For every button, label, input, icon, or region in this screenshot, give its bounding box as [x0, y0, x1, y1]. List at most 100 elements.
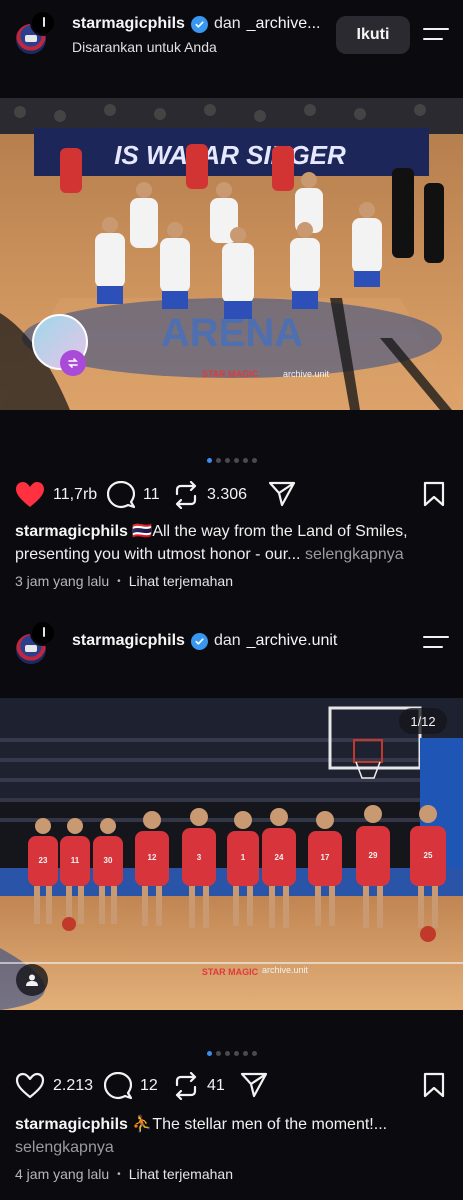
banner-text: IS WAYAR SINGER	[114, 140, 346, 170]
carousel-dot	[251, 458, 257, 463]
action-bar: 2.213 12 41	[0, 1072, 463, 1102]
caption[interactable]: starmagicphils 🇹🇭All the way from the La…	[15, 520, 451, 566]
repost-button[interactable]: 3.306	[173, 481, 247, 509]
post-image[interactable]: 23 11 30 12 3 1 24 17 29 25 STAR MAGIC a…	[0, 698, 463, 1010]
comment-button[interactable]: 11	[107, 481, 160, 509]
username[interactable]: starmagicphils	[72, 632, 185, 650]
collab-avatar[interactable]	[30, 620, 56, 646]
post-meta: 4 jam yang lalu • Lihat terjemahan	[15, 1166, 233, 1182]
comment-count[interactable]: 11	[143, 486, 160, 504]
post-meta: 3 jam yang lalu • Lihat terjemahan	[15, 573, 233, 589]
share-button[interactable]	[240, 1072, 268, 1098]
post-2: starmagicphils dan _archive.unit 23 11 3…	[0, 612, 463, 1200]
conjunction: dan	[213, 15, 241, 32]
carousel-dot	[242, 1051, 248, 1056]
carousel-dot	[215, 458, 221, 463]
collaborator-name[interactable]: _archive...	[247, 15, 321, 33]
menu-icon[interactable]	[423, 28, 449, 46]
share-button[interactable]	[268, 481, 296, 507]
repost-count[interactable]: 41	[207, 1077, 225, 1095]
jersey-number: 23	[39, 856, 48, 865]
follow-button[interactable]: Ikuti	[336, 16, 410, 54]
post-image[interactable]: IS WAYAR SINGER ARENA STAR MAGIC archive…	[0, 98, 463, 410]
carousel-dots	[0, 1051, 463, 1056]
header-text: starmagicphils dan _archive.unit	[72, 632, 337, 650]
image-counter: 1/12	[399, 708, 447, 734]
heart-icon[interactable]	[15, 1072, 45, 1099]
conjunction: dan	[213, 632, 241, 649]
jersey-number: 29	[369, 851, 378, 860]
logo-text: STAR MAGIC	[202, 967, 259, 977]
caption-text: ⛹️The stellar men of the moment!...	[132, 1116, 388, 1133]
carousel-dot	[233, 458, 239, 463]
carousel-dot	[242, 458, 248, 463]
more-link[interactable]: selengkapnya	[305, 546, 404, 563]
watermark-text: archive.unit	[283, 369, 330, 379]
like-button[interactable]: 11,7rb	[15, 481, 97, 508]
repost-icon[interactable]	[173, 1072, 199, 1100]
like-count[interactable]: 2.213	[53, 1077, 93, 1095]
repost-badge-icon	[60, 350, 86, 376]
comment-icon[interactable]	[107, 481, 135, 509]
repost-count[interactable]: 3.306	[207, 486, 247, 504]
timestamp: 3 jam yang lalu	[15, 573, 110, 589]
header-text: starmagicphils dan _archive... Disaranka…	[72, 15, 320, 55]
collab-avatar[interactable]	[30, 10, 56, 36]
share-icon[interactable]	[268, 481, 296, 507]
separator: •	[117, 1168, 121, 1180]
bookmark-icon[interactable]	[423, 481, 445, 507]
post-1: starmagicphils dan _archive... Disaranka…	[0, 0, 463, 600]
bookmark-button[interactable]	[423, 481, 445, 512]
carousel-dot	[206, 1051, 212, 1056]
carousel-dot	[224, 458, 230, 463]
avatar-group[interactable]	[14, 10, 62, 58]
jersey-number: 25	[424, 851, 433, 860]
jersey-number: 1	[241, 853, 246, 862]
translate-link[interactable]: Lihat terjemahan	[129, 573, 233, 589]
repost-button[interactable]: 41	[173, 1072, 225, 1100]
bookmark-button[interactable]	[423, 1072, 445, 1103]
caption-username[interactable]: starmagicphils	[15, 1116, 128, 1133]
carousel-dot	[224, 1051, 230, 1056]
caption-username[interactable]: starmagicphils	[15, 523, 128, 540]
action-bar: 11,7rb 11 3.306	[0, 479, 463, 509]
share-icon[interactable]	[240, 1072, 268, 1098]
heart-icon[interactable]	[15, 481, 45, 508]
watermark-text: archive.unit	[262, 965, 309, 975]
post-header: starmagicphils dan _archive... Disaranka…	[0, 0, 463, 64]
repost-icon[interactable]	[173, 481, 199, 509]
translate-link[interactable]: Lihat terjemahan	[129, 1166, 233, 1182]
jersey-number: 17	[321, 853, 330, 862]
carousel-dot	[251, 1051, 257, 1056]
jersey-number: 30	[104, 856, 113, 865]
jersey-number: 24	[275, 853, 284, 862]
jersey-number: 11	[71, 856, 80, 865]
jersey-number: 12	[148, 853, 157, 862]
menu-icon[interactable]	[423, 636, 449, 654]
user-tag-icon[interactable]	[25, 973, 39, 987]
verified-icon	[190, 15, 208, 33]
carousel-dot	[206, 458, 212, 463]
comment-icon[interactable]	[104, 1072, 132, 1100]
verified-icon	[190, 632, 208, 650]
username[interactable]: starmagicphils	[72, 15, 185, 33]
like-count[interactable]: 11,7rb	[53, 486, 97, 504]
suggested-label: Disarankan untuk Anda	[72, 39, 217, 55]
comment-count[interactable]: 12	[140, 1077, 158, 1095]
separator: •	[117, 575, 121, 587]
jersey-number: 3	[197, 853, 202, 862]
comment-button[interactable]: 12	[104, 1072, 158, 1100]
bookmark-icon[interactable]	[423, 1072, 445, 1098]
carousel-dot	[233, 1051, 239, 1056]
logo-text: STAR MAGIC	[202, 369, 259, 379]
timestamp: 4 jam yang lalu	[15, 1166, 110, 1182]
avatar-group[interactable]	[14, 620, 62, 668]
like-button[interactable]: 2.213	[15, 1072, 93, 1099]
caption[interactable]: starmagicphils ⛹️The stellar men of the …	[15, 1113, 451, 1159]
post-header: starmagicphils dan _archive.unit	[0, 612, 463, 676]
carousel-dot	[215, 1051, 221, 1056]
user-tag-button[interactable]	[16, 964, 48, 996]
arena-photo: 23 11 30 12 3 1 24 17 29 25 STAR MAGIC a…	[0, 698, 463, 1010]
collaborator-name[interactable]: _archive.unit	[247, 632, 338, 650]
more-link[interactable]: selengkapnya	[15, 1139, 114, 1156]
